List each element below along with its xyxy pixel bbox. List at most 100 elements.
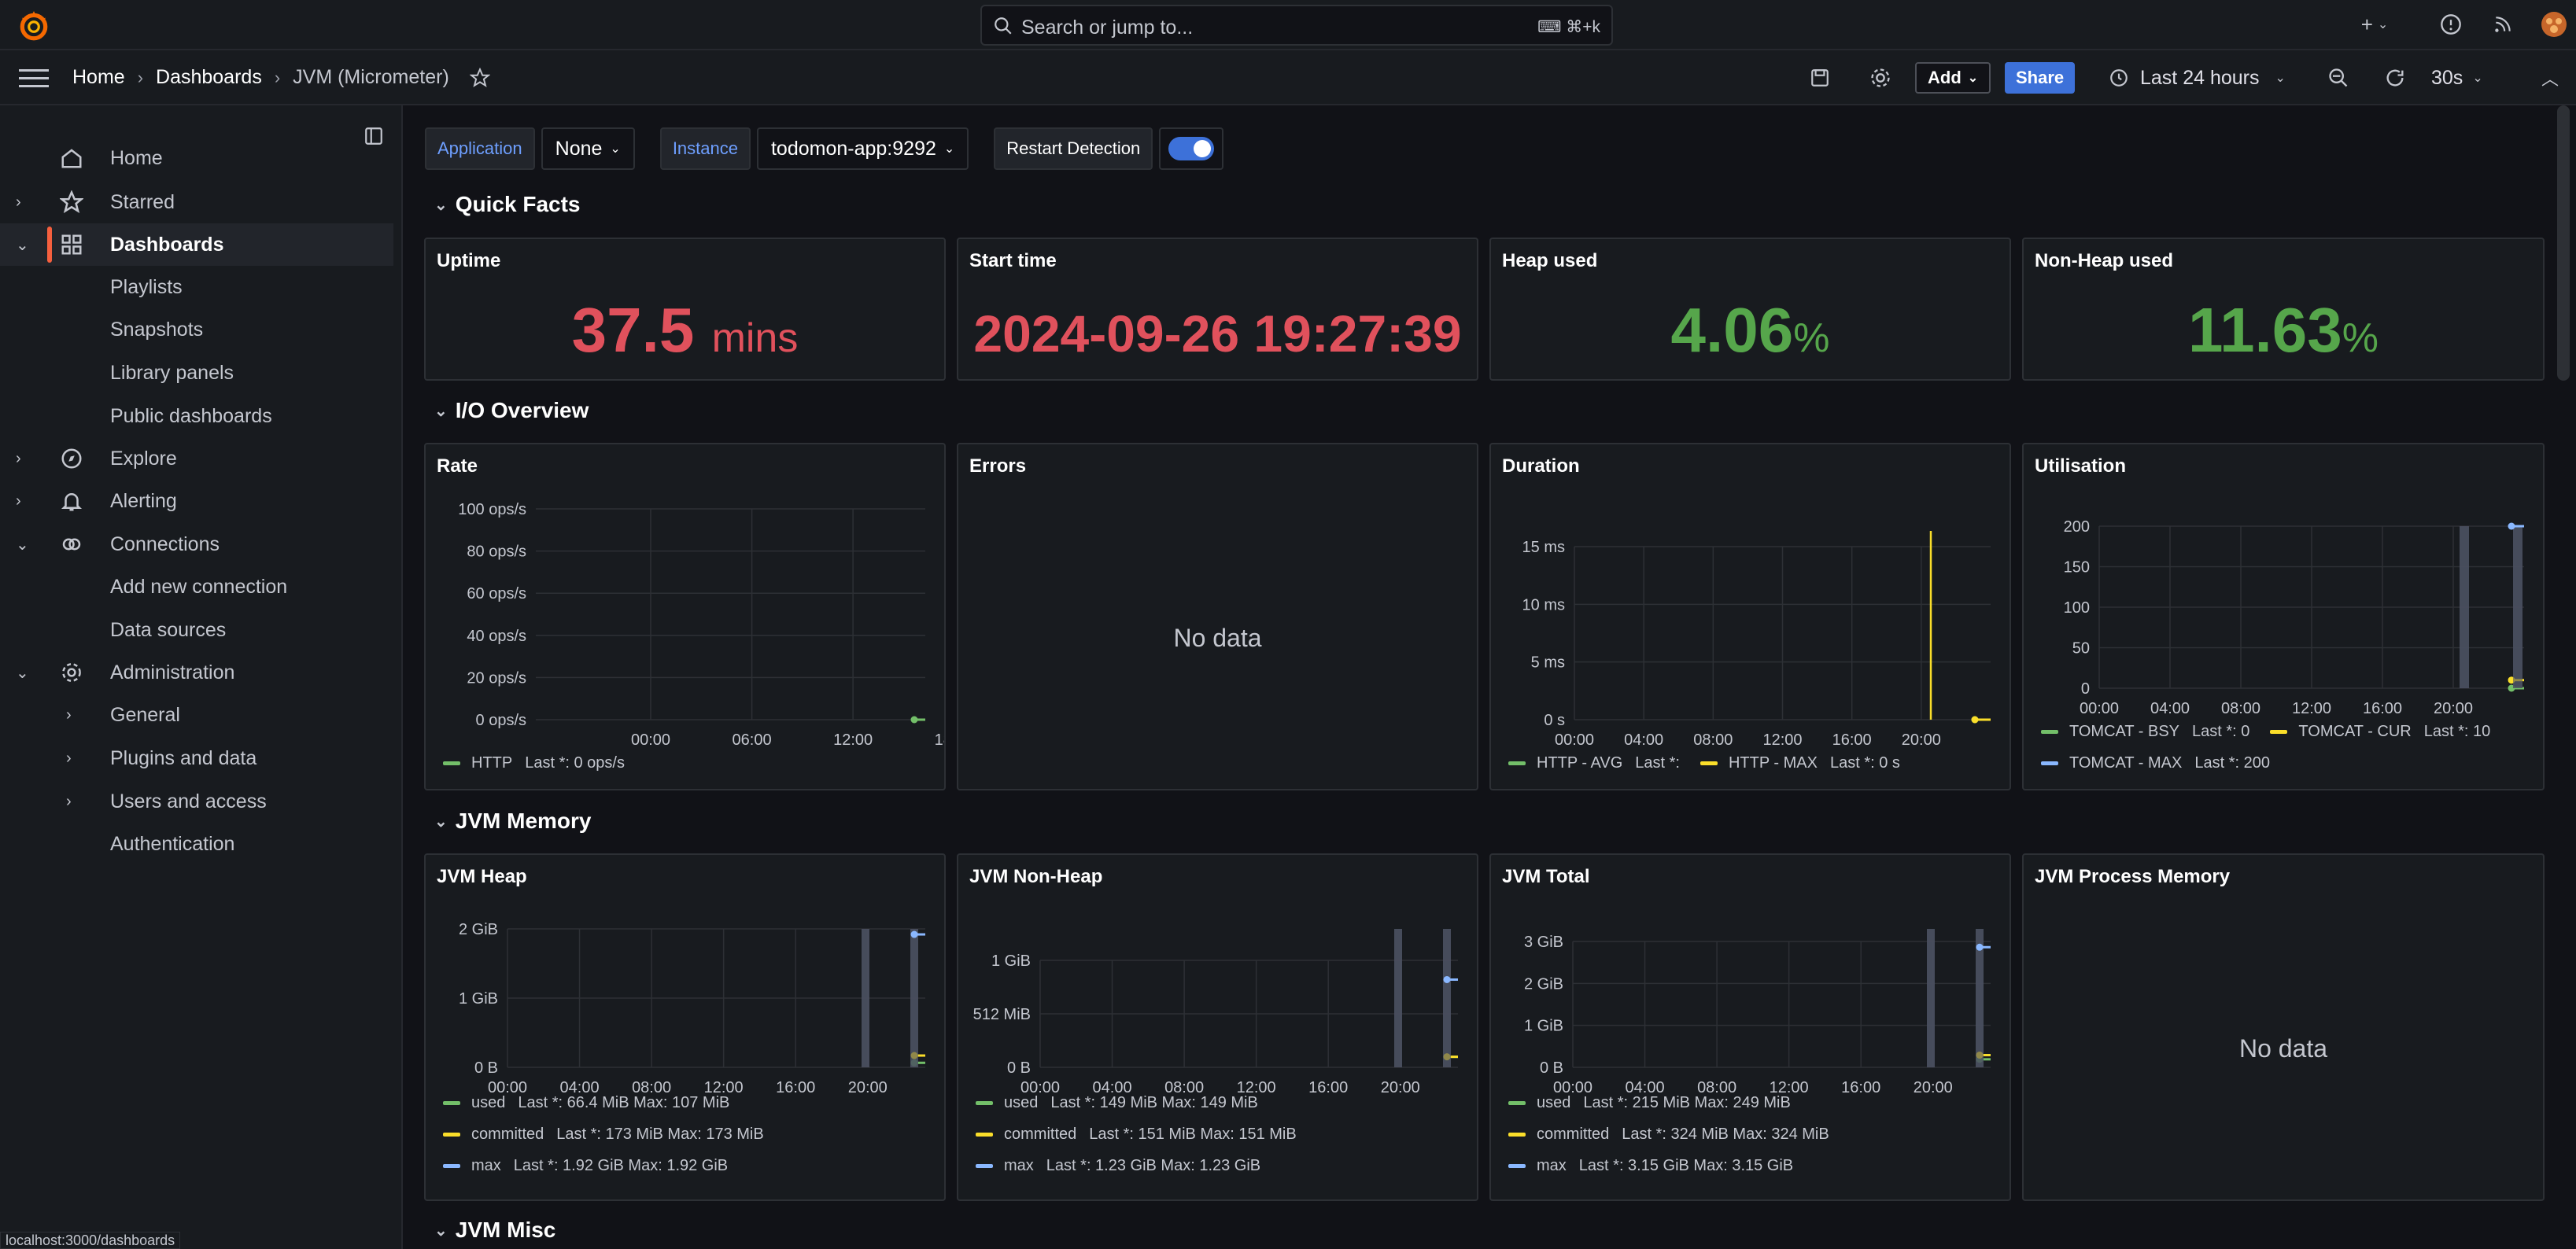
star-icon[interactable] bbox=[469, 67, 490, 88]
y-tick-label: 0 bbox=[2081, 680, 2090, 698]
clock-icon bbox=[2110, 69, 2128, 87]
sidebar-item-data-sources[interactable]: Data sources bbox=[0, 609, 393, 651]
chart-svg[interactable]: 1 GiB512 MiB0 B00:00 04:00 08:00 12:00 16:00… bbox=[958, 855, 1477, 1199]
sidebar-item-add-new-connection[interactable]: Add new connection bbox=[0, 566, 393, 608]
dock-menu-icon[interactable] bbox=[364, 126, 384, 146]
legend-series-name[interactable]: TOMCAT - MAX bbox=[2069, 754, 2182, 772]
legend-series-name[interactable]: used bbox=[1004, 1094, 1038, 1112]
sidebar-item-dashboards[interactable]: ⌄ Dashboards bbox=[0, 223, 393, 266]
chevron-down-icon[interactable]: ⌄ bbox=[16, 535, 31, 554]
sidebar-item-connections[interactable]: ⌄ Connections bbox=[0, 523, 393, 566]
sidebar-item-users-and-access[interactable]: › Users and access bbox=[0, 780, 393, 823]
new-menu-button[interactable]: + ⌄ bbox=[2353, 11, 2397, 38]
sidebar-item-authentication[interactable]: Authentication bbox=[0, 823, 393, 865]
share-button[interactable]: Share bbox=[2005, 62, 2076, 94]
dashboard-settings-gear-icon[interactable] bbox=[1869, 61, 1891, 94]
y-tick-label: 0 ops/s bbox=[476, 712, 526, 729]
sidebar-item-plugins-and-data[interactable]: › Plugins and data bbox=[0, 737, 393, 779]
refresh-interval-label: 30s bbox=[2431, 66, 2463, 89]
chevron-right-icon[interactable]: › bbox=[16, 492, 31, 510]
series-point bbox=[1976, 943, 1984, 951]
search-input[interactable]: Search or jump to... ⌨ ⌘+k bbox=[980, 5, 1613, 46]
breadcrumb-dashboards[interactable]: Dashboards bbox=[156, 66, 262, 89]
page-scrollbar[interactable] bbox=[2557, 105, 2570, 381]
sidebar-item-home[interactable]: Home bbox=[0, 137, 393, 179]
save-dashboard-icon[interactable] bbox=[1810, 61, 1830, 94]
chevron-right-icon[interactable]: › bbox=[16, 450, 31, 468]
legend-series-name[interactable]: used bbox=[1537, 1094, 1570, 1112]
sidebar-item-starred[interactable]: › Starred bbox=[0, 181, 393, 223]
collapse-toolbar-icon[interactable]: ︿ bbox=[2541, 61, 2559, 94]
row-jvm-misc[interactable]: ⌄ JVM Misc bbox=[434, 1218, 555, 1243]
chart-svg[interactable]: 15 ms 10 ms 5 ms 0 s 00:00 04:00 08:00 12:00 16:… bbox=[1491, 444, 2010, 789]
row-io-overview[interactable]: ⌄ I/O Overview bbox=[434, 398, 589, 423]
sidebar-item-administration[interactable]: ⌄ Administration bbox=[0, 651, 393, 694]
panel-title: Errors bbox=[969, 455, 1027, 477]
instance-select[interactable]: todomon-app:9292 ⌄ bbox=[756, 127, 969, 170]
sidebar-item-alerting[interactable]: › Alerting bbox=[0, 480, 393, 522]
application-select[interactable]: None ⌄ bbox=[541, 127, 635, 170]
legend-value: Last *: 215 MiB Max: 249 MiB bbox=[1583, 1094, 1791, 1111]
jvm-total-panel[interactable]: JVM Total 3 GiB 2 GiB 1 GiB 0 B 00:00 04:00 08… bbox=[1489, 853, 2011, 1201]
sidebar-item-snapshots[interactable]: Snapshots bbox=[0, 308, 393, 351]
legend-series-name[interactable]: committed bbox=[1537, 1126, 1609, 1144]
sidebar-item-general[interactable]: › General bbox=[0, 694, 393, 736]
legend-series-name[interactable]: max bbox=[1537, 1157, 1567, 1175]
errors-panel[interactable]: Errors No data bbox=[957, 443, 1478, 790]
legend-series-name[interactable]: committed bbox=[1004, 1126, 1076, 1144]
legend-series-name[interactable]: TOMCAT - CUR bbox=[2298, 723, 2411, 741]
rate-panel[interactable]: Rate 100 ops/s 80 ops/s 60 ops/s 40 ops/s 20… bbox=[424, 443, 946, 790]
chart-legend: used Last *: 66.4 MiB Max: 107 MiB bbox=[443, 1094, 729, 1112]
chevron-right-icon[interactable]: › bbox=[66, 793, 82, 811]
chart-legend: max Last *: 1.92 GiB Max: 1.92 GiB bbox=[443, 1157, 728, 1175]
chart-svg[interactable]: 100 ops/s 80 ops/s 60 ops/s 40 ops/s 20 ops/… bbox=[426, 444, 944, 789]
legend-series-name[interactable]: committed bbox=[471, 1126, 544, 1144]
zoom-out-icon[interactable] bbox=[2327, 61, 2349, 94]
chart-svg[interactable]: 3 GiB2 GiB1 GiB0 B00:00 04:00 08:00 12:00 16… bbox=[1491, 855, 2010, 1199]
sidebar-item-label: Plugins and data bbox=[110, 746, 257, 769]
start-time-panel[interactable]: Start time 2024-09-26 19:27:39 bbox=[957, 238, 1478, 381]
chevron-right-icon[interactable]: › bbox=[66, 706, 82, 724]
refresh-interval-picker[interactable]: 30s ⌄ bbox=[2431, 61, 2483, 94]
sidebar-item-public-dashboards[interactable]: Public dashboards bbox=[0, 395, 393, 437]
add-button[interactable]: Add ⌄ bbox=[1915, 62, 1991, 94]
chart-svg[interactable]: 2 GiB1 GiB0 B00:00 04:00 08:00 12:00 16:00 20… bbox=[426, 855, 944, 1199]
sidebar-item-explore[interactable]: › Explore bbox=[0, 437, 393, 480]
restart-detection-toggle[interactable] bbox=[1168, 137, 1215, 160]
user-avatar[interactable] bbox=[2540, 11, 2568, 38]
chevron-right-icon[interactable]: › bbox=[16, 193, 31, 212]
jvm-non-heap-panel[interactable]: JVM Non-Heap 1 GiB 512 MiB 0 B 00:00 04:00 08… bbox=[957, 853, 1478, 1201]
news-feed-icon[interactable] bbox=[2491, 11, 2515, 38]
legend-series-name[interactable]: HTTP bbox=[471, 754, 512, 772]
legend-series-name[interactable]: max bbox=[471, 1157, 501, 1175]
stat-number: 11.63 bbox=[2187, 295, 2342, 365]
sidebar-item-library-panels[interactable]: Library panels bbox=[0, 352, 393, 394]
help-icon[interactable] bbox=[2439, 11, 2463, 38]
sidebar-item-playlists[interactable]: Playlists bbox=[0, 266, 393, 308]
duration-panel[interactable]: Duration 15 ms 10 ms 5 ms 0 s 00:00 04:00 08:0… bbox=[1489, 443, 2011, 790]
legend-series-name[interactable]: HTTP - AVG bbox=[1537, 754, 1622, 772]
heap-used-panel[interactable]: Heap used 4.06% bbox=[1489, 238, 2011, 381]
legend-series-name[interactable]: max bbox=[1004, 1157, 1034, 1175]
non-heap-used-panel[interactable]: Non-Heap used 11.63% bbox=[2022, 238, 2545, 381]
menu-icon[interactable] bbox=[19, 68, 49, 90]
legend-swatch bbox=[976, 1101, 993, 1105]
utilisation-panel[interactable]: Utilisation 200 150 100 50 0 00:00 04:00 08:00 1… bbox=[2022, 443, 2545, 790]
legend-series-name[interactable]: TOMCAT - BSY bbox=[2069, 723, 2179, 741]
jvm-heap-panel[interactable]: JVM Heap 2 GiB 1 GiB 0 B 00:00 04:00 08:00 12:… bbox=[424, 853, 946, 1201]
no-data-message: No data bbox=[1173, 624, 1262, 652]
jvm-process-memory-panel[interactable]: JVM Process Memory No data bbox=[2022, 853, 2545, 1201]
legend-series-name[interactable]: HTTP - MAX bbox=[1729, 754, 1818, 772]
legend-series-name[interactable]: used bbox=[471, 1094, 505, 1112]
grafana-logo-icon[interactable] bbox=[17, 9, 50, 42]
chevron-down-icon[interactable]: ⌄ bbox=[16, 235, 31, 255]
chevron-down-icon[interactable]: ⌄ bbox=[16, 663, 31, 683]
time-range-picker[interactable]: Last 24 hours ⌄ bbox=[2109, 61, 2286, 94]
uptime-panel[interactable]: Uptime 37.5 mins bbox=[424, 238, 946, 381]
row-jvm-memory[interactable]: ⌄ JVM Memory bbox=[434, 809, 591, 834]
chevron-right-icon[interactable]: › bbox=[66, 750, 82, 768]
x-tick-label: 20:00 bbox=[2434, 700, 2473, 717]
breadcrumb-home[interactable]: Home bbox=[72, 66, 125, 89]
row-quick-facts[interactable]: ⌄ Quick Facts bbox=[434, 192, 581, 217]
refresh-icon[interactable] bbox=[2384, 61, 2406, 94]
